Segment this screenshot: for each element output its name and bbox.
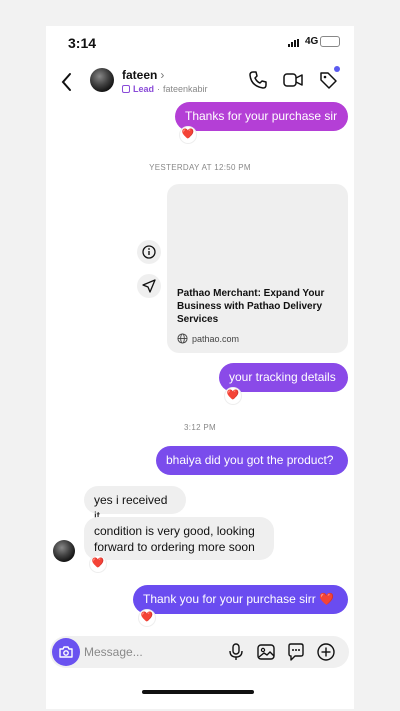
link-title: Pathao Merchant: Expand Your Business wi… (177, 288, 325, 325)
heart-reaction[interactable]: ❤️ (225, 388, 241, 404)
tag-icon (320, 72, 337, 89)
status-bar: 3:14 4G 57 (46, 26, 354, 58)
battery-icon: 57 (320, 36, 340, 47)
home-indicator (142, 690, 254, 694)
message-input[interactable] (84, 644, 214, 660)
lead-label: Lead (133, 84, 155, 94)
plus-icon (317, 643, 335, 661)
outgoing-message[interactable]: bhaiya did you got the product? (156, 446, 348, 475)
chat-header: fateen › Lead · fateenkabir (46, 64, 354, 104)
time-separator: 3:12 PM (184, 423, 216, 432)
label-button[interactable] (318, 70, 338, 90)
status-time: 3:14 (68, 35, 97, 51)
back-button[interactable] (60, 72, 74, 96)
heart-reaction[interactable]: ❤️ (90, 556, 106, 572)
heart-reaction[interactable]: ❤️ (139, 610, 155, 626)
contact-username: fateenkabir (163, 84, 208, 94)
sticker-icon (288, 643, 304, 661)
gallery-icon (257, 644, 275, 660)
link-source: pathao.com (177, 333, 239, 344)
camera-icon (59, 646, 73, 658)
outgoing-message[interactable]: your tracking details (219, 363, 348, 392)
link-domain: pathao.com (192, 333, 240, 344)
chevron-left-icon (61, 73, 71, 91)
contact-avatar[interactable] (90, 68, 114, 92)
video-icon (283, 73, 303, 87)
network-label: 4G (305, 36, 319, 47)
signal-icon (288, 39, 299, 47)
gallery-button[interactable] (256, 642, 276, 662)
phone-call-button[interactable] (248, 70, 268, 90)
voice-button[interactable] (226, 642, 246, 662)
phone-icon (249, 71, 267, 89)
add-button[interactable] (316, 642, 336, 662)
contact-name-button[interactable]: fateen › (122, 68, 164, 82)
sender-avatar[interactable] (53, 540, 75, 562)
sticker-button[interactable] (286, 642, 306, 662)
send-icon (142, 279, 156, 293)
heart-reaction[interactable]: ❤️ (180, 127, 196, 143)
name-chevron-icon: › (160, 68, 165, 82)
incoming-message[interactable]: condition is very good, looking forward … (84, 517, 274, 560)
info-button[interactable] (137, 240, 161, 264)
battery-level: 57 (328, 36, 339, 47)
incoming-message[interactable]: yes i received it (84, 486, 186, 523)
link-preview-card[interactable]: Pathao Merchant: Expand Your Business wi… (167, 184, 348, 353)
contact-subtitle: Lead · fateenkabir (122, 84, 208, 94)
notification-dot (334, 66, 340, 72)
share-button[interactable] (137, 274, 161, 298)
message-composer (50, 636, 349, 668)
outgoing-message[interactable]: Thank you for your purchase sirr ❤️ (133, 585, 348, 614)
info-icon (142, 245, 156, 259)
chat-screen: 3:14 4G 57 fateen › Lead · fateenkabir T… (46, 26, 354, 709)
subtitle-separator: · (157, 84, 161, 94)
contact-name: fateen (122, 68, 158, 82)
lead-icon (122, 85, 130, 93)
video-call-button[interactable] (282, 70, 303, 90)
globe-icon (177, 333, 188, 344)
mic-icon (229, 643, 243, 660)
camera-button[interactable] (52, 638, 80, 666)
outgoing-message[interactable]: Thanks for your purchase sir (175, 102, 348, 131)
date-separator: YESTERDAY AT 12:50 PM (149, 163, 251, 172)
